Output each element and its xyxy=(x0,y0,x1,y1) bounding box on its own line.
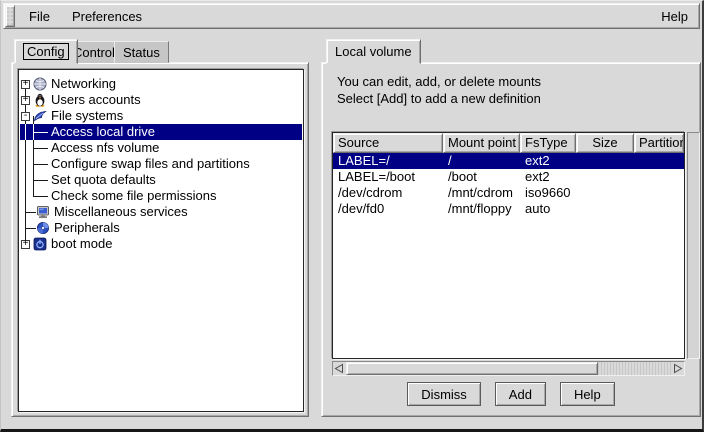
tree-item-label: Networking xyxy=(51,77,116,91)
cell-fstype: ext2 xyxy=(520,153,576,169)
linuxconf-window: File Preferences Help Config Control Sta… xyxy=(0,0,704,432)
add-button[interactable]: Add xyxy=(495,382,546,406)
horizontal-scrollbar[interactable] xyxy=(332,361,685,376)
tab-status-label: Status xyxy=(123,45,160,60)
networking-icon xyxy=(33,77,47,91)
button-row: Dismiss Add Help xyxy=(322,382,700,406)
dismiss-button[interactable]: Dismiss xyxy=(407,382,481,406)
tree-item-miscellaneous-services[interactable]: Miscellaneous services xyxy=(20,204,302,220)
tree-item-label: boot mode xyxy=(51,237,112,251)
tree-item-label: Users accounts xyxy=(51,93,141,107)
tree-item-networking[interactable]: + Networking xyxy=(20,76,302,92)
config-tree: + Networking + Users accounts - File sys… xyxy=(18,69,304,412)
column-header-fstype[interactable]: FsType xyxy=(520,133,576,153)
expand-plus-icon[interactable]: + xyxy=(21,96,30,105)
tree-item-users-accounts[interactable]: + Users accounts xyxy=(20,92,302,108)
cell-partition xyxy=(634,169,684,185)
menu-preferences[interactable]: Preferences xyxy=(61,9,153,24)
scroll-left-arrow-icon[interactable] xyxy=(333,362,346,375)
file-systems-icon xyxy=(33,109,47,123)
tree-item-access-local-drive[interactable]: Access local drive xyxy=(20,124,302,140)
tree-item-label: File systems xyxy=(51,109,123,123)
expand-minus-icon[interactable]: - xyxy=(21,112,30,121)
instruction-line: Select [Add] to add a new definition xyxy=(337,91,541,106)
vertical-scrollbar[interactable] xyxy=(687,132,700,359)
tab-control-label: Control xyxy=(73,45,115,60)
expand-plus-icon[interactable]: + xyxy=(21,240,30,249)
cell-partition xyxy=(634,153,684,169)
cell-size xyxy=(576,153,634,169)
column-header-source[interactable]: Source xyxy=(333,133,443,153)
column-header-mount-point[interactable]: Mount point xyxy=(443,133,520,153)
scrollbar-thumb[interactable] xyxy=(346,362,598,375)
cell-mount-point: /mnt/floppy xyxy=(443,201,520,217)
tree-item-check-file-permissions[interactable]: Check some file permissions xyxy=(20,188,302,204)
tree-trunk-line xyxy=(25,124,26,140)
add-button-label: Add xyxy=(509,387,532,402)
instruction-line: You can edit, add, or delete mounts xyxy=(337,74,541,89)
help-button[interactable]: Help xyxy=(560,382,615,406)
tab-local-volume[interactable]: Local volume xyxy=(326,39,421,64)
dismiss-button-label: Dismiss xyxy=(421,387,467,402)
misc-services-icon xyxy=(36,205,50,219)
tree-item-peripherals[interactable]: Peripherals xyxy=(20,220,302,236)
column-header-size[interactable]: Size xyxy=(576,133,634,153)
menubar-grip[interactable] xyxy=(5,5,15,27)
cell-source: LABEL=/ xyxy=(333,153,443,169)
menu-file[interactable]: File xyxy=(18,9,61,24)
menu-help[interactable]: Help xyxy=(650,9,699,24)
table-row[interactable]: LABEL=/boot /boot ext2 xyxy=(333,169,684,185)
cell-partition xyxy=(634,201,684,217)
users-accounts-icon xyxy=(33,93,47,107)
table-row[interactable]: /dev/cdrom /mnt/cdrom iso9660 xyxy=(333,185,684,201)
config-panel: + Networking + Users accounts - File sys… xyxy=(11,62,309,417)
tree-item-file-systems[interactable]: - File systems xyxy=(20,108,302,124)
tab-config-label: Config xyxy=(23,43,69,60)
tree-item-label: Configure swap files and partitions xyxy=(51,157,250,171)
tree-item-label: Set quota defaults xyxy=(51,173,156,187)
tab-local-volume-label: Local volume xyxy=(335,44,412,59)
cell-mount-point: / xyxy=(443,153,520,169)
cell-source: /dev/cdrom xyxy=(333,185,443,201)
tree-tick xyxy=(33,132,48,133)
cell-mount-point: /mnt/cdrom xyxy=(443,185,520,201)
tree-item-label: Check some file permissions xyxy=(51,189,216,203)
tree-item-set-quota-defaults[interactable]: Set quota defaults xyxy=(20,172,302,188)
tab-config[interactable]: Config xyxy=(14,39,78,64)
cell-size xyxy=(576,169,634,185)
boot-mode-icon xyxy=(33,237,47,251)
peripherals-icon xyxy=(36,221,50,235)
cell-source: /dev/fd0 xyxy=(333,201,443,217)
table-header-row: Source Mount point FsType Size Partition xyxy=(333,133,684,153)
cell-source: LABEL=/boot xyxy=(333,169,443,185)
scroll-right-arrow-icon[interactable] xyxy=(671,362,684,375)
tree-item-label: Access nfs volume xyxy=(51,141,159,155)
tree-item-label: Access local drive xyxy=(51,125,155,139)
tree-item-label: Peripherals xyxy=(54,221,120,235)
tree-item-configure-swap[interactable]: Configure swap files and partitions xyxy=(20,156,302,172)
tree-item-label: Miscellaneous services xyxy=(54,205,188,219)
table-row[interactable]: /dev/fd0 /mnt/floppy auto xyxy=(333,201,684,217)
cell-mount-point: /boot xyxy=(443,169,520,185)
scrollbar-track[interactable] xyxy=(598,362,671,375)
tree-item-access-nfs-volume[interactable]: Access nfs volume xyxy=(20,140,302,156)
table-row[interactable]: LABEL=/ / ext2 xyxy=(333,153,684,169)
cell-fstype: ext2 xyxy=(520,169,576,185)
cell-fstype: iso9660 xyxy=(520,185,576,201)
cell-fstype: auto xyxy=(520,201,576,217)
local-volume-panel: You can edit, add, or delete mounts Sele… xyxy=(321,62,701,417)
help-button-label: Help xyxy=(574,387,601,402)
expand-plus-icon[interactable]: + xyxy=(21,80,30,89)
cell-size xyxy=(576,185,634,201)
cell-partition xyxy=(634,185,684,201)
column-header-partition[interactable]: Partition xyxy=(634,133,684,153)
tab-status[interactable]: Status xyxy=(114,41,169,63)
menubar: File Preferences Help xyxy=(3,3,700,29)
mounts-table: Source Mount point FsType Size Partition… xyxy=(332,132,685,359)
cell-size xyxy=(576,201,634,217)
tree-item-boot-mode[interactable]: + boot mode xyxy=(20,236,302,252)
